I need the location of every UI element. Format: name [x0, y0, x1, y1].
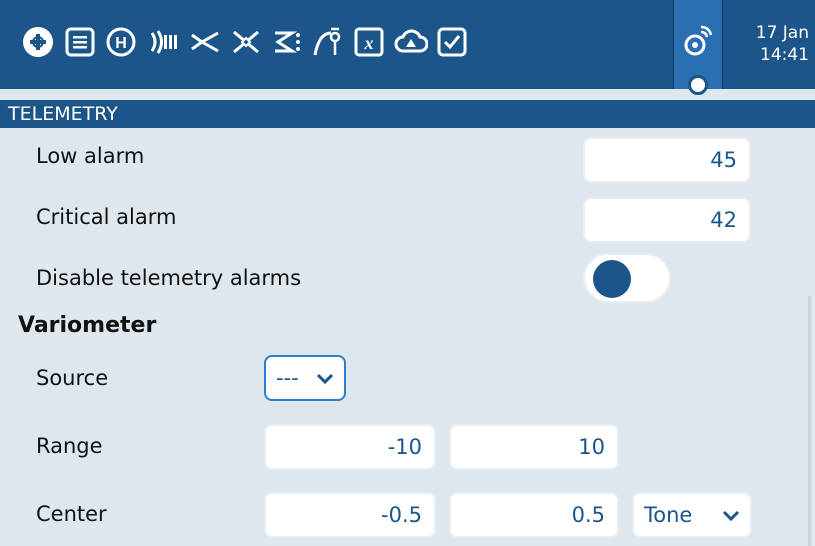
- range-max-field[interactable]: 10: [449, 424, 619, 470]
- center-mode-select[interactable]: Tone: [632, 492, 752, 538]
- variometer-heading: Variometer: [18, 313, 157, 338]
- range-min-field[interactable]: -10: [264, 424, 436, 470]
- disable-alarms-toggle[interactable]: [583, 253, 671, 303]
- clock-date: 17 Jan: [755, 23, 809, 43]
- range-label: Range: [36, 434, 103, 458]
- heli-icon[interactable]: H: [102, 18, 140, 66]
- svg-text:x: x: [364, 33, 374, 53]
- scrollbar[interactable]: [808, 296, 811, 546]
- top-toolbar: H x 17 Jan 14:41: [0, 0, 815, 95]
- critical-alarm-field[interactable]: 42: [583, 197, 751, 243]
- servo-icon[interactable]: [227, 18, 265, 66]
- center-label: Center: [36, 502, 107, 526]
- low-alarm-field[interactable]: 45: [583, 137, 751, 183]
- active-tab-indicator: [688, 75, 708, 95]
- center-max-field[interactable]: 0.5: [449, 492, 619, 538]
- plus-icon[interactable]: [19, 18, 57, 66]
- center-mode-value: Tone: [644, 503, 693, 527]
- curve-icon[interactable]: [309, 18, 347, 66]
- section-title: TELEMETRY: [0, 100, 815, 128]
- critical-alarm-label: Critical alarm: [36, 205, 177, 229]
- source-label: Source: [36, 366, 109, 390]
- chevron-down-icon: [316, 373, 334, 385]
- tab-telemetry[interactable]: [673, 0, 723, 95]
- mixer-icon[interactable]: [186, 18, 224, 66]
- toggle-knob: [593, 260, 631, 298]
- svg-text:H: H: [115, 35, 127, 52]
- checklist-icon[interactable]: [433, 18, 471, 66]
- clock-time: 14:41: [760, 45, 809, 65]
- signal-icon[interactable]: [144, 18, 182, 66]
- center-min-field[interactable]: -0.5: [264, 492, 436, 538]
- logic-icon[interactable]: [268, 18, 306, 66]
- low-alarm-label: Low alarm: [36, 144, 145, 168]
- cloud-icon[interactable]: [392, 18, 430, 66]
- chevron-down-icon: [722, 510, 740, 522]
- list-icon[interactable]: [61, 18, 99, 66]
- source-value: ---: [276, 366, 299, 390]
- telemetry-icon: [679, 16, 717, 64]
- clock: 17 Jan 14:41: [743, 22, 815, 66]
- disable-alarms-label: Disable telemetry alarms: [36, 266, 302, 290]
- variable-icon[interactable]: x: [350, 18, 388, 66]
- source-select[interactable]: ---: [264, 355, 346, 401]
